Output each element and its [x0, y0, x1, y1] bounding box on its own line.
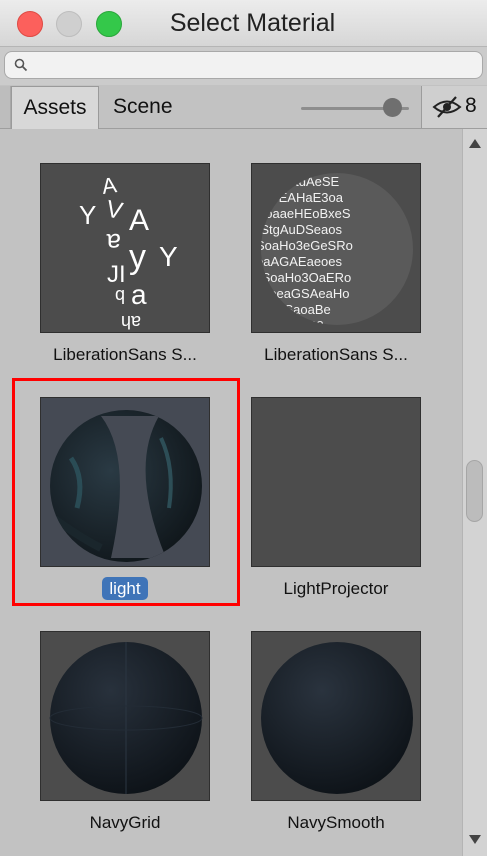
window-title: Select Material: [169, 9, 336, 37]
material-thumbnail[interactable]: A Y V A a y Y JI a q ah: [40, 163, 210, 333]
svg-text:eaSoo: eaSoo: [286, 316, 324, 331]
material-thumbnail[interactable]: [251, 397, 421, 567]
slider-thumb[interactable]: [383, 98, 402, 117]
svg-text:aoeaGSAeaHo: aoeaGSAeaHo: [262, 286, 349, 301]
title-bar: Select Material: [0, 0, 487, 47]
svg-text:a: a: [106, 228, 121, 258]
svg-text:tSoaHo3OaERo: tSoaHo3OaERo: [258, 270, 351, 285]
highlight-box: [12, 378, 240, 606]
scroll-down-arrow-icon[interactable]: [469, 835, 481, 844]
material-thumbnail[interactable]: A3etdAeSE sOEAHaE3oa aoaaeHEoBxeS rStgAu…: [251, 163, 421, 333]
svg-text:y: y: [129, 238, 146, 276]
material-name: LiberationSans S...: [264, 345, 408, 364]
material-name: NavyGrid: [89, 813, 161, 832]
navy-smooth-sphere-preview: [261, 642, 413, 794]
svg-text:ah: ah: [121, 312, 141, 332]
text-sphere-preview: A3etdAeSE sOEAHaE3oa aoaaeHEoBxeS rStgAu…: [256, 173, 413, 331]
tab-bar: Assets Scene 8: [0, 86, 487, 129]
tab-scene[interactable]: Scene: [99, 86, 189, 128]
tab-edge: [0, 86, 11, 128]
svg-text:Y: Y: [159, 241, 178, 272]
svg-text:aoaaeHEoBxeS: aoaaeHEoBxeS: [258, 206, 351, 221]
material-name: NavySmooth: [287, 813, 385, 832]
search-input[interactable]: [4, 51, 483, 79]
svg-text:SoaHo3eGeSRo: SoaHo3eGeSRo: [256, 238, 353, 253]
svg-text:eaAGAEaeoes: eaAGAEaeoes: [256, 254, 343, 269]
tab-assets[interactable]: Assets: [11, 86, 99, 129]
svg-text:oeSaoaBe: oeSaoaBe: [270, 302, 331, 317]
material-thumbnail[interactable]: [40, 631, 210, 801]
hidden-count: 8: [465, 94, 477, 117]
navy-grid-sphere-preview: [49, 642, 203, 794]
scroll-up-arrow-icon[interactable]: [469, 139, 481, 148]
eye-slash-icon: [432, 96, 462, 118]
vertical-scrollbar[interactable]: [462, 129, 487, 856]
font-atlas-preview: A Y V A a y Y JI a q ah: [79, 172, 178, 332]
svg-text:A3etdAeSE: A3etdAeSE: [272, 174, 340, 189]
svg-text:sOEAHaE3oa: sOEAHaE3oa: [262, 190, 344, 205]
svg-text:a: a: [131, 279, 147, 310]
material-name: LiberationSans S...: [53, 345, 197, 364]
search-bar: [0, 47, 487, 85]
svg-text:Y: Y: [79, 200, 96, 230]
svg-text:rStgAuDSeaos: rStgAuDSeaos: [256, 222, 342, 237]
material-name: LightProjector: [283, 579, 389, 598]
svg-text:q: q: [115, 284, 125, 304]
material-thumbnail[interactable]: [251, 631, 421, 801]
scrollbar-thumb[interactable]: [466, 460, 483, 522]
svg-text:V: V: [104, 195, 125, 225]
material-grid: A Y V A a y Y JI a q ah LiberationSans S…: [0, 129, 462, 856]
svg-text:A: A: [129, 204, 149, 237]
hidden-items-toggle[interactable]: 8: [421, 86, 487, 128]
search-icon: [14, 58, 28, 72]
